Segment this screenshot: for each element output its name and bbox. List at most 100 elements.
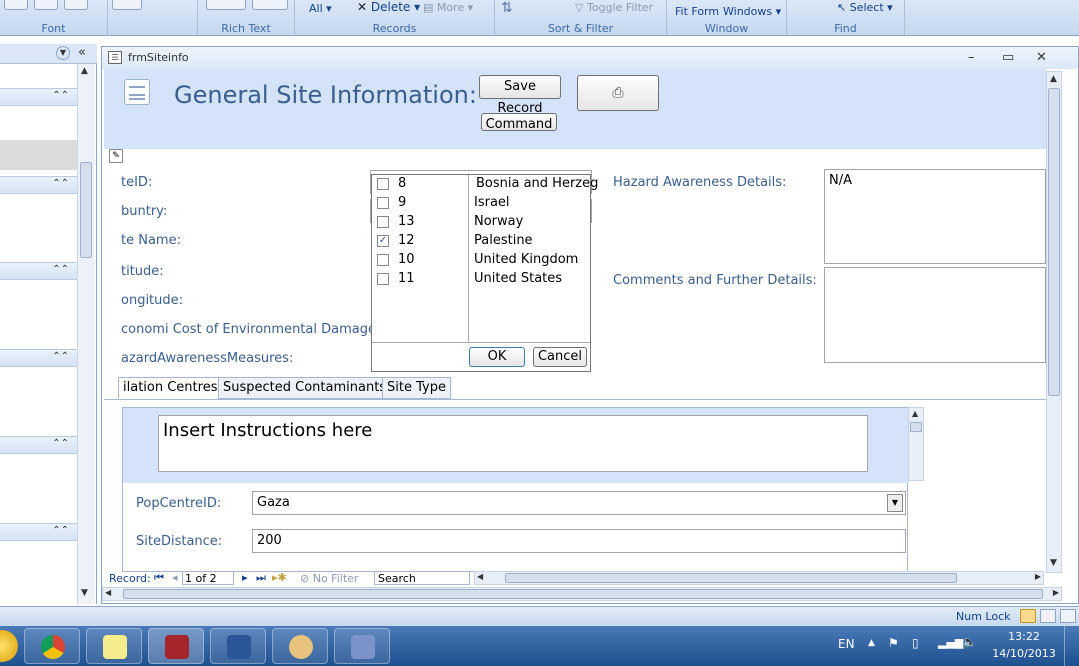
fill-color-icon[interactable]	[34, 0, 58, 10]
form-window-title: frmSiteinfo	[128, 51, 189, 64]
font-tool-icon[interactable]	[4, 0, 28, 10]
show-hidden-icons-icon[interactable]: ▲	[868, 638, 875, 648]
nav-selected-item[interactable]	[0, 140, 77, 170]
search-input[interactable]: Search	[374, 571, 470, 585]
tab-site-type[interactable]: Site Type	[382, 377, 451, 399]
clock-date[interactable]: 14/10/2013	[990, 647, 1058, 660]
record-selector-pencil-icon: ✎	[109, 149, 123, 163]
option-checkbox[interactable]	[377, 254, 389, 266]
taskbar-chrome[interactable]	[24, 628, 80, 664]
alt-row-icon[interactable]	[112, 0, 142, 10]
scroll-down-icon[interactable]: ▼	[81, 588, 88, 598]
dropdown-option[interactable]: 11 United States	[372, 270, 590, 289]
clock-time[interactable]: 13:22	[1000, 630, 1048, 643]
nav-section[interactable]: ⌃⌃	[0, 436, 77, 454]
minimize-icon[interactable]: –	[968, 50, 975, 65]
nav-scroll-thumb[interactable]	[80, 162, 92, 258]
design-view-icon[interactable]	[1060, 609, 1076, 623]
taskbar-paint[interactable]	[272, 628, 328, 664]
delete-button[interactable]: ✕ Delete ▾	[357, 0, 420, 14]
subform-scroll-thumb[interactable]	[910, 422, 922, 432]
nav-scrollbar[interactable]: ▲ ▼	[77, 64, 95, 604]
last-record-icon[interactable]: ⏭	[256, 571, 266, 585]
dropdown-option[interactable]: 10 United Kingdom	[372, 251, 590, 270]
close-icon[interactable]: ✕	[1036, 50, 1047, 65]
restore-icon[interactable]: ▭	[1002, 50, 1014, 65]
current-record-field[interactable]: 1 of 2	[182, 571, 234, 585]
site-distance-field[interactable]: 200	[252, 529, 906, 553]
toggle-filter-button[interactable]: ▽ Toggle Filter	[575, 1, 653, 14]
network-icon[interactable]: ▂▄▆	[938, 636, 963, 649]
taskbar-word[interactable]	[210, 628, 266, 664]
hazard-details-field[interactable]: N/A	[824, 169, 1046, 264]
indent-icon[interactable]	[252, 0, 288, 10]
dropdown-option[interactable]: ✓ 12 Palestine	[372, 232, 590, 251]
power-icon[interactable]: ▯	[912, 636, 919, 650]
chevron-down-icon[interactable]: ▼	[887, 494, 903, 512]
form-vertical-scrollbar[interactable]: ▲ ▼	[1046, 71, 1062, 573]
no-filter-button[interactable]: ⊘ No Filter	[300, 572, 358, 585]
next-record-icon[interactable]: ▸	[242, 571, 248, 584]
scroll-left-icon[interactable]: ◀	[477, 572, 483, 581]
dropdown-option[interactable]: 8 Bosnia and Herzeg	[372, 175, 598, 194]
gridlines-icon[interactable]	[64, 0, 88, 10]
nav-section[interactable]: ⌃⌃	[0, 262, 77, 280]
ok-button[interactable]: OK	[469, 347, 525, 367]
scroll-right-icon[interactable]: ▶	[1035, 572, 1041, 581]
nav-section[interactable]: ⌃⌃	[0, 176, 77, 194]
start-orb-icon[interactable]	[0, 630, 18, 662]
window-horizontal-scrollbar[interactable]: ◀ ▶	[102, 587, 1062, 601]
option-checkbox[interactable]	[377, 197, 389, 209]
print-button[interactable]: ⎙	[577, 75, 659, 111]
dropdown-option[interactable]: 13 Norway	[372, 213, 590, 232]
language-indicator[interactable]: EN	[838, 637, 855, 651]
option-checkbox[interactable]	[377, 273, 389, 285]
cancel-button[interactable]: Cancel	[533, 347, 587, 367]
refresh-all-button[interactable]: All ▾	[309, 2, 332, 15]
tab-population-centres[interactable]: ilation Centres	[118, 377, 223, 399]
show-desktop-button[interactable]	[1064, 626, 1079, 666]
form-hscroll-thumb[interactable]	[505, 573, 957, 583]
form-scroll-thumb[interactable]	[1048, 88, 1060, 396]
taskbar-access[interactable]	[148, 628, 204, 664]
select-button[interactable]: ↖ Select ▾	[837, 1, 893, 14]
nav-section[interactable]: ⌃⌃	[0, 88, 77, 106]
tab-suspected-contaminants[interactable]: Suspected Contaminants	[218, 377, 392, 399]
previous-record-icon[interactable]: ◂	[172, 571, 178, 584]
collapse-nav-icon[interactable]: «	[78, 45, 86, 60]
nav-section[interactable]: ⌃⌃	[0, 349, 77, 367]
option-checkbox-checked[interactable]: ✓	[377, 235, 389, 247]
scroll-up-icon[interactable]: ▲	[81, 66, 88, 76]
new-record-icon[interactable]: ▸✱	[272, 571, 287, 584]
windows-button[interactable]: Windows ▾	[723, 5, 781, 18]
dropdown-option[interactable]: 9 Israel	[372, 194, 590, 213]
comments-field[interactable]	[824, 267, 1046, 363]
scroll-right-icon[interactable]: ▶	[1053, 588, 1059, 597]
datasheet-view-icon[interactable]	[1040, 609, 1056, 623]
scroll-left-icon[interactable]: ◀	[105, 588, 111, 597]
nav-menu-dropdown-icon[interactable]: ▼	[56, 46, 70, 60]
taskbar-sticky-notes[interactable]	[86, 628, 142, 664]
window-hscroll-thumb[interactable]	[123, 589, 1043, 599]
option-checkbox[interactable]	[377, 216, 389, 228]
form-horizontal-scrollbar[interactable]: ◀ ▶	[474, 571, 1044, 585]
save-record-button[interactable]: Save Record	[479, 75, 561, 116]
fit-form-button[interactable]: Fit Form	[675, 5, 719, 18]
scroll-up-icon[interactable]: ▲	[1050, 74, 1057, 84]
scroll-down-icon[interactable]: ▼	[1050, 558, 1057, 568]
form-view-icon[interactable]	[1020, 609, 1036, 623]
list-icon[interactable]	[206, 0, 246, 10]
volume-icon[interactable]: 🔈	[962, 635, 977, 649]
subform-scrollbar[interactable]: ▲	[908, 407, 924, 481]
more-button[interactable]: ▤ More ▾	[423, 1, 473, 14]
nav-section[interactable]: ⌃⌃	[0, 523, 77, 541]
sort-icon[interactable]: ⇅	[501, 0, 513, 16]
taskbar-explorer[interactable]	[334, 628, 390, 664]
action-center-flag-icon[interactable]: ⚑	[888, 636, 899, 650]
pop-centre-combobox[interactable]: Gaza ▼	[252, 491, 906, 515]
command-button[interactable]: Command	[481, 113, 557, 131]
country-dropdown-list[interactable]: 8 Bosnia and Herzeg 9 Israel 13 Norway ✓…	[371, 174, 598, 372]
scroll-up-icon[interactable]: ▲	[912, 409, 918, 418]
first-record-icon[interactable]: ⏮	[154, 571, 164, 585]
option-checkbox[interactable]	[377, 178, 389, 190]
